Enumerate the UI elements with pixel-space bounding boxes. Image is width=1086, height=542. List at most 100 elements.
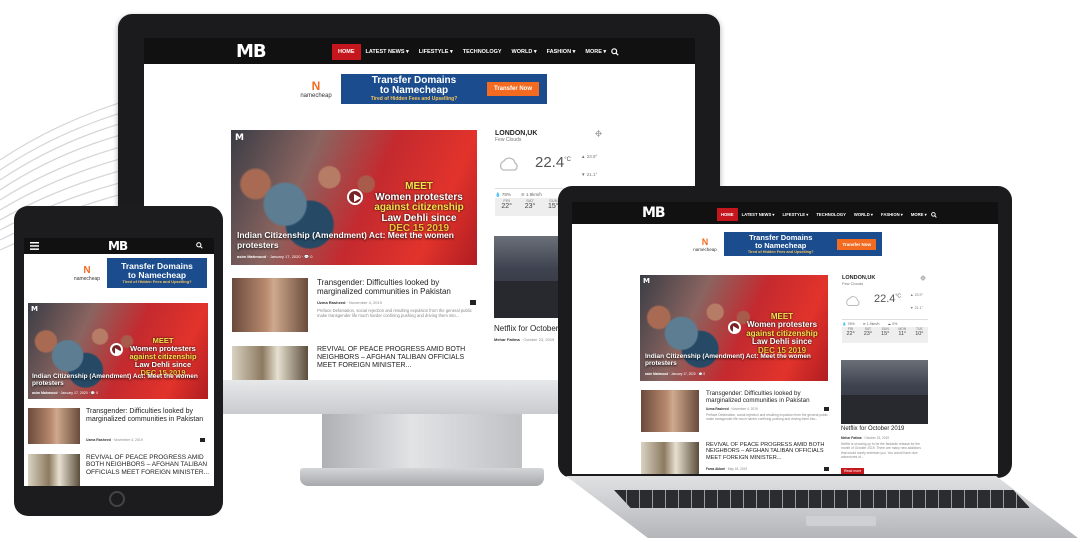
- menu-lifestyle[interactable]: LIFESTYLE ▾: [414, 44, 458, 60]
- ad-text: Transfer Domains to Namecheap Tired of H…: [370, 74, 458, 102]
- post-thumbnail-transgender[interactable]: [641, 390, 699, 432]
- ad-text: Transfer Domains to Namecheap Tired of H…: [747, 233, 814, 254]
- menu-latest-news[interactable]: LATEST NEWS ▾: [738, 208, 779, 221]
- read-more-button[interactable]: Read more: [841, 468, 865, 474]
- post-thumbnail-peace[interactable]: [641, 442, 699, 474]
- weather-high: ▲ 23.9°: [910, 293, 923, 297]
- device-mockup-stage: MB HOME LATEST NEWS ▾ LIFESTYLE ▾ TECHNO…: [0, 0, 1086, 542]
- main-menu: HOME LATEST NEWS ▾ LIFESTYLE ▾ TECHNOLOG…: [717, 208, 937, 221]
- namecheap-ad-banner[interactable]: N namecheap Transfer Domains to Namechea…: [67, 258, 207, 288]
- weather-temp: 22.4°C: [535, 154, 571, 171]
- hero-featured-post[interactable]: M MEET Women protesters against citizens…: [28, 303, 208, 399]
- weather-high: ▲ 23.9°: [581, 154, 598, 159]
- hero-featured-post[interactable]: M MEET Women protesters against citizens…: [231, 130, 477, 265]
- post-excerpt-transgender: Preface Defamation, social rejection and…: [317, 308, 472, 319]
- menu-technology[interactable]: TECHNOLOGY: [812, 208, 850, 221]
- netflix-post-meta: Mehar Fatima · October 23, 2019: [841, 436, 890, 440]
- namecheap-logo: N namecheap: [686, 232, 724, 256]
- hero-title[interactable]: Indian Citizenship (Amendment) Act: Meet…: [32, 373, 208, 388]
- comment-count-icon: [200, 438, 205, 442]
- laptop-trackpad: [806, 516, 876, 526]
- search-icon[interactable]: [196, 242, 203, 249]
- menu-technology[interactable]: TECHNOLOGY: [458, 44, 507, 60]
- weather-low: ▼ 21.1°: [910, 306, 923, 310]
- hamburger-icon[interactable]: [30, 242, 39, 250]
- netflix-post-image[interactable]: [494, 236, 564, 318]
- post-thumbnail-transgender[interactable]: [232, 278, 308, 332]
- namecheap-ad-banner[interactable]: N namecheap Transfer Domains to Namechea…: [686, 232, 882, 256]
- post-title-transgender[interactable]: Transgender: Difficulties looked by marg…: [86, 408, 210, 424]
- play-icon[interactable]: [347, 189, 363, 205]
- site-logo[interactable]: MB: [236, 41, 267, 62]
- laptop-navbar: MB HOME LATEST NEWS ▾ LIFESTYLE ▾ TECHNO…: [572, 202, 998, 224]
- hero-featured-post[interactable]: M MEET Women protesters against citizens…: [640, 275, 828, 381]
- post-thumbnail-transgender[interactable]: [28, 408, 80, 444]
- play-icon[interactable]: [110, 343, 123, 356]
- hero-logo-watermark: M: [643, 277, 650, 285]
- netflix-post-image[interactable]: [841, 360, 928, 424]
- namecheap-logo: N namecheap: [291, 74, 341, 104]
- netflix-post-title[interactable]: Netflix for October 2019: [841, 426, 931, 433]
- post-meta-transgender: Uzma Rasheed · November 4, 2019: [706, 407, 758, 411]
- weather-stats: 💧 78% ≋ 1.9km/h ☁ 0%: [842, 319, 928, 326]
- post-excerpt-transgender: Preface Defamation, social rejection and…: [706, 413, 828, 422]
- namecheap-ad-banner[interactable]: N namecheap Transfer Domains to Namechea…: [291, 74, 547, 104]
- weather-forecast: FRI 22° SAT 23° SUN 15° MON 11° TUE 10°: [842, 327, 928, 343]
- menu-latest-news[interactable]: LATEST NEWS ▾: [361, 44, 414, 60]
- menu-lifestyle[interactable]: LIFESTYLE ▾: [779, 208, 813, 221]
- post-title-peace[interactable]: REVIVAL OF PEACE PROGRESS AMID BOTH NEIG…: [317, 346, 477, 370]
- tablet-screen: MB N namecheap Transfer Domains to Namec…: [24, 238, 214, 486]
- post-meta-peace: Faraz Akbari · May 18, 2019: [706, 467, 748, 471]
- laptop-keyboard: [614, 490, 1030, 508]
- cloud-icon: [499, 157, 518, 171]
- play-icon[interactable]: [728, 321, 741, 334]
- menu-fashion[interactable]: FASHION ▾: [542, 44, 581, 60]
- cloud-icon: [846, 296, 860, 306]
- site-logo[interactable]: MB: [108, 239, 128, 253]
- hero-title[interactable]: Indian Citizenship (Amendment) Act: Meet…: [645, 353, 827, 368]
- tablet-home-button: [109, 491, 125, 507]
- post-title-peace[interactable]: REVIVAL OF PEACE PROGRESS AMID BOTH NEIG…: [706, 442, 830, 461]
- site-logo[interactable]: MB: [642, 205, 666, 221]
- hero-logo-watermark: M: [31, 305, 38, 313]
- search-icon[interactable]: [930, 211, 937, 218]
- post-title-transgender[interactable]: Transgender: Difficulties looked by marg…: [317, 278, 477, 296]
- laptop-screen: MB HOME LATEST NEWS ▾ LIFESTYLE ▾ TECHNO…: [572, 202, 998, 474]
- hero-meta: asim Mahmood · January 17, 2020 · 💬 0: [32, 391, 99, 395]
- ad-text: Transfer Domains to Namecheap Tired of H…: [121, 260, 193, 284]
- comment-count-icon: [470, 300, 476, 305]
- location-icon[interactable]: [595, 130, 602, 137]
- hero-meta: asim Mahmood · January 17, 2020 · 💬 0: [645, 372, 706, 376]
- weather-condition: Few Clouds: [842, 281, 864, 286]
- post-title-transgender[interactable]: Transgender: Difficulties looked by marg…: [706, 390, 830, 404]
- post-thumbnail-peace[interactable]: [28, 454, 80, 486]
- imac-stand: [322, 414, 522, 472]
- post-title-peace[interactable]: REVIVAL OF PEACE PROGRESS AMID BOTH NEIG…: [86, 454, 210, 476]
- menu-more[interactable]: MORE ▾: [907, 208, 931, 221]
- comment-count-icon: [824, 467, 829, 471]
- weather-condition: Few Clouds: [495, 137, 522, 143]
- menu-world[interactable]: WORLD ▾: [850, 208, 877, 221]
- hero-meta: asim Mahmood · January 17, 2020 · 💬 0: [237, 254, 313, 259]
- main-menu: HOME LATEST NEWS ▾ LIFESTYLE ▾ TECHNOLOG…: [332, 44, 619, 60]
- weather-city: LONDON,UK: [495, 130, 538, 137]
- tablet-navbar: MB: [24, 238, 214, 254]
- imac-stand-base: [300, 468, 544, 486]
- search-icon[interactable]: [611, 48, 619, 56]
- menu-fashion[interactable]: FASHION ▾: [877, 208, 907, 221]
- weather-low: ▼ 21.1°: [581, 172, 598, 177]
- post-meta-transgender: Uzma Rasheed · November 4, 2019: [86, 438, 143, 442]
- hero-title[interactable]: Indian Citizenship (Amendment) Act: Meet…: [237, 230, 473, 251]
- ad-transfer-button[interactable]: Transfer Now: [837, 238, 876, 250]
- menu-world[interactable]: WORLD ▾: [507, 44, 542, 60]
- menu-home[interactable]: HOME: [717, 208, 738, 221]
- location-icon[interactable]: [920, 275, 926, 281]
- weather-widget: LONDON,UK Few Clouds 22.4°C ▲ 23.9° ▼ 21…: [842, 275, 928, 345]
- menu-more[interactable]: MORE ▾: [580, 44, 611, 60]
- netflix-post-title[interactable]: Netflix for October 2019: [494, 324, 564, 333]
- menu-home[interactable]: HOME: [332, 44, 361, 60]
- ad-transfer-button[interactable]: Transfer Now: [486, 82, 539, 96]
- imac-navbar: MB HOME LATEST NEWS ▾ LIFESTYLE ▾ TECHNO…: [144, 38, 695, 64]
- hero-overlay-text: MEET Women protesters against citizenshi…: [746, 312, 818, 355]
- post-thumbnail-peace[interactable]: [232, 346, 308, 380]
